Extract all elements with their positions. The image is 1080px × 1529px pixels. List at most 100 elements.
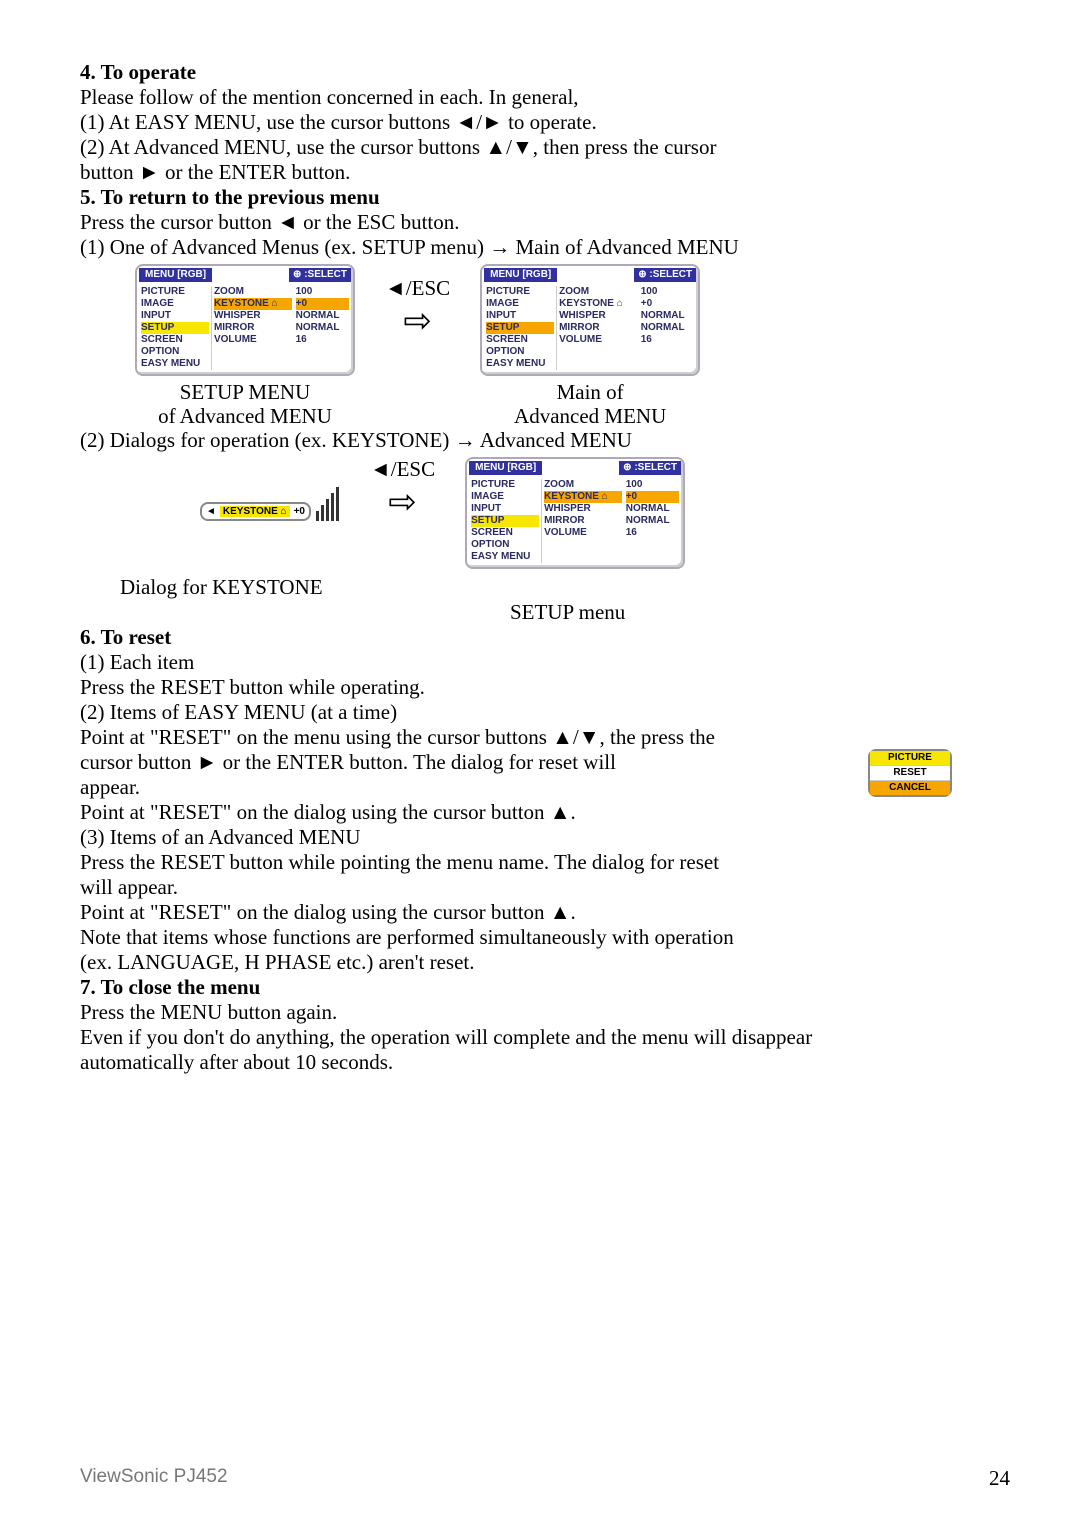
menu-item: WHISPER: [214, 310, 292, 322]
menu-value: NORMAL: [296, 322, 349, 334]
caption-main-advanced: Main of Advanced MENU: [514, 380, 666, 428]
menu-item: WHISPER: [544, 503, 622, 515]
menu-item: ZOOM: [559, 286, 637, 298]
reset-dialog-row: PICTURE: [870, 751, 950, 766]
right-arrow-icon: ⇨: [388, 488, 417, 518]
section4-line2: (1) At EASY MENU, use the cursor buttons…: [80, 110, 1010, 135]
keystone-value: +0: [294, 506, 305, 517]
section4-line1: Please follow of the mention concerned i…: [80, 85, 1010, 110]
section6-sub3-line2: will appear.: [80, 875, 1010, 900]
reset-dialog-row: RESET: [870, 766, 950, 781]
keystone-label: KEYSTONE ⌂: [220, 506, 290, 517]
menu-item-highlighted: KEYSTONE ⌂: [214, 298, 292, 310]
menu-item: IMAGE: [141, 298, 209, 310]
menu-item: SCREEN: [141, 334, 209, 346]
section6-sub3-line3: Point at "RESET" on the dialog using the…: [80, 900, 1010, 925]
menu-item: INPUT: [486, 310, 554, 322]
section4-line3: (2) At Advanced MENU, use the cursor but…: [80, 135, 1010, 160]
caption-setup-menu-2: SETUP menu: [510, 600, 1010, 625]
menu-item: INPUT: [141, 310, 209, 322]
section6-sub1-line: Press the RESET button while operating.: [80, 675, 1010, 700]
section7-heading: 7. To close the menu: [80, 975, 1010, 1000]
menu-item: PICTURE: [471, 479, 539, 491]
footer-page-number: 24: [989, 1466, 1010, 1491]
joystick-icon: ⊕: [638, 269, 646, 280]
menu-item: EASY MENU: [471, 551, 539, 563]
right-arrow-icon: ⇨: [403, 307, 432, 337]
section5-heading: 5. To return to the previous menu: [80, 185, 1010, 210]
page-footer: ViewSonic PJ452 24: [80, 1466, 1010, 1491]
menu-title: MENU [RGB]: [469, 461, 542, 475]
menu-item: VOLUME: [214, 334, 292, 346]
menu-item: EASY MENU: [486, 358, 554, 370]
menu-item-highlighted: SETUP: [486, 322, 554, 334]
section4-line3b: button ► or the ENTER button.: [80, 160, 1010, 185]
section5-line2: (1) One of Advanced Menus (ex. SETUP men…: [80, 235, 1010, 260]
menu-item: OPTION: [471, 539, 539, 551]
menu-value-highlighted: +0: [296, 298, 349, 310]
section5-line3: (2) Dialogs for operation (ex. KEYSTONE)…: [80, 428, 1010, 453]
menu-value: NORMAL: [626, 515, 679, 527]
section4-heading: 4. To operate: [80, 60, 1010, 85]
menu-item: ZOOM: [544, 479, 622, 491]
menu-value: NORMAL: [626, 503, 679, 515]
menu-item: VOLUME: [559, 334, 637, 346]
section6-sub1: (1) Each item: [80, 650, 1010, 675]
menu-item: KEYSTONE ⌂: [559, 298, 637, 310]
section7-line2: Even if you don't do anything, the opera…: [80, 1025, 1010, 1050]
menu-item: EASY MENU: [141, 358, 209, 370]
menu-title: MENU [RGB]: [484, 268, 557, 282]
menu-item-highlighted: SETUP: [471, 515, 539, 527]
menu-value: 16: [626, 527, 679, 539]
section6-sub3-line1: Press the RESET button while pointing th…: [80, 850, 1010, 875]
menu-value: 100: [296, 286, 349, 298]
menu-item: SCREEN: [486, 334, 554, 346]
keystone-scale-icon: [315, 475, 340, 521]
menu-item: SCREEN: [471, 527, 539, 539]
keystone-dialog-screenshot: ◄ KEYSTONE ⌂ +0: [200, 502, 311, 521]
section6-note1: Note that items whose functions are perf…: [80, 925, 1010, 950]
section7-line3: automatically after about 10 seconds.: [80, 1050, 1010, 1075]
menu-item: IMAGE: [486, 298, 554, 310]
setup-menu-screenshot: MENU [RGB] ⊕ :SELECT PICTURE IMAGE INPUT…: [135, 264, 355, 376]
footer-model: ViewSonic PJ452: [80, 1466, 228, 1491]
menu-item: PICTURE: [141, 286, 209, 298]
menu-item: MIRROR: [559, 322, 637, 334]
menu-value: 100: [641, 286, 694, 298]
joystick-icon: ⊕: [293, 269, 301, 280]
menu-select-hint: ⊕ :SELECT: [289, 268, 351, 282]
menu-select-hint: ⊕ :SELECT: [634, 268, 696, 282]
menu-value-highlighted: +0: [626, 491, 679, 503]
left-triangle-icon: ◄: [206, 506, 216, 517]
section6-sub2: (2) Items of EASY MENU (at a time): [80, 700, 1010, 725]
reset-dialog-row: CANCEL: [870, 781, 950, 795]
main-advanced-menu-screenshot: MENU [RGB] ⊕ :SELECT PICTURE IMAGE INPUT…: [480, 264, 700, 376]
menu-value: 16: [641, 334, 694, 346]
esc-label: ◄/ESC: [385, 276, 450, 301]
section7-line1: Press the MENU button again.: [80, 1000, 1010, 1025]
section6-sub3: (3) Items of an Advanced MENU: [80, 825, 1010, 850]
menu-value: +0: [641, 298, 694, 310]
section5-line1: Press the cursor button ◄ or the ESC but…: [80, 210, 1010, 235]
menu-item: INPUT: [471, 503, 539, 515]
menu-item: OPTION: [486, 346, 554, 358]
section6-sub2-line4: Point at "RESET" on the dialog using the…: [80, 800, 1010, 825]
menu-value: NORMAL: [641, 310, 694, 322]
menu-value: NORMAL: [296, 310, 349, 322]
menu-item: ZOOM: [214, 286, 292, 298]
menu-value: NORMAL: [641, 322, 694, 334]
section6-heading: 6. To reset: [80, 625, 1010, 650]
menu-value: 100: [626, 479, 679, 491]
menu-item: IMAGE: [471, 491, 539, 503]
menu-value: 16: [296, 334, 349, 346]
joystick-icon: ⊕: [623, 462, 631, 473]
caption-dialog-keystone: Dialog for KEYSTONE: [120, 575, 1010, 600]
menu-item: MIRROR: [214, 322, 292, 334]
menu-item-highlighted: KEYSTONE ⌂: [544, 491, 622, 503]
menu-title: MENU [RGB]: [139, 268, 212, 282]
menu-transition-row-2: ◄ KEYSTONE ⌂ +0 ◄/ESC ⇨ MENU [RGB] ⊕ :SE…: [200, 457, 1010, 569]
menu-item: WHISPER: [559, 310, 637, 322]
esc-label: ◄/ESC: [370, 457, 435, 482]
menu-item: PICTURE: [486, 286, 554, 298]
section6-sub2-line1: Point at "RESET" on the menu using the c…: [80, 725, 1010, 750]
